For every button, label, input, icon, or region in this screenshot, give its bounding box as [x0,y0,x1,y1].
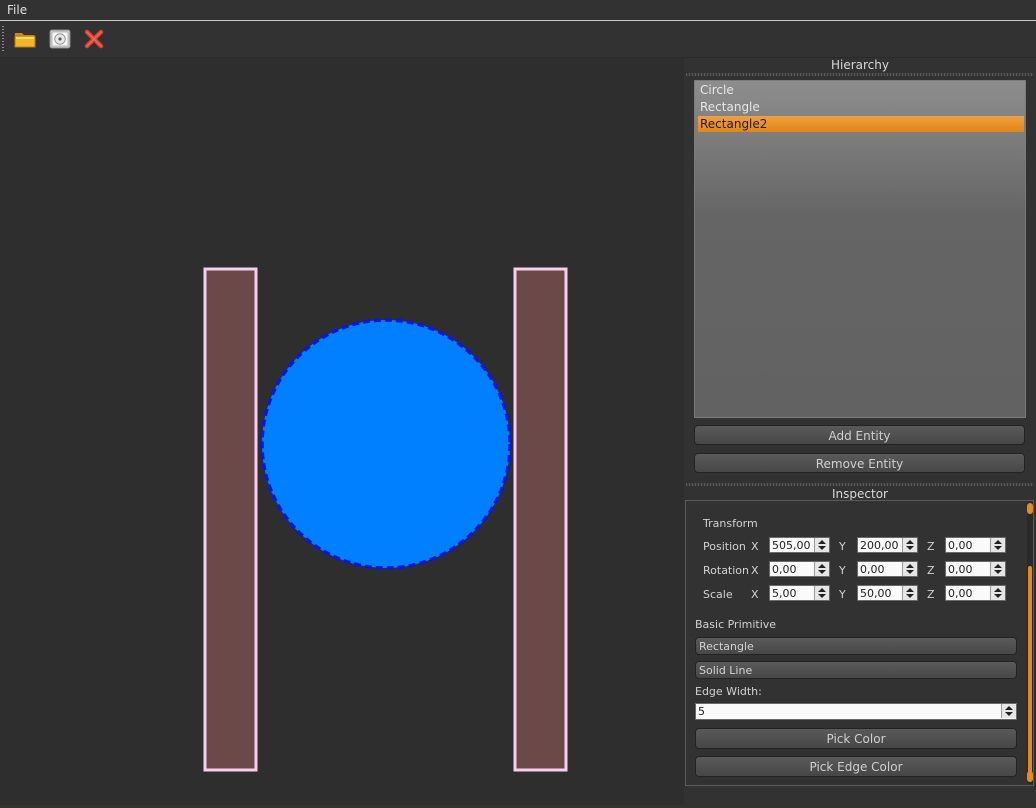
rotation-z-axis-label: Z [927,564,935,577]
spin-arrows-icon[interactable] [990,562,1005,576]
position-x-spinbox[interactable]: 505,00 [769,537,830,553]
spin-arrows-icon[interactable] [902,586,917,600]
basic-primitive-label: Basic Primitive [695,618,777,631]
scale-z-axis-label: Z [927,588,935,601]
hierarchy-item-circle[interactable]: Circle [698,82,1024,98]
open-folder-icon[interactable] [12,26,38,52]
scale-label: Scale [703,588,733,601]
pick-edge-color-button[interactable]: Pick Edge Color [695,756,1017,777]
toolbar [0,22,1036,58]
scale-x-value: 5,00 [772,587,797,600]
hierarchy-divider [686,73,1034,76]
position-z-value: 0,00 [948,539,973,552]
rotation-y-value: 0,00 [860,563,885,576]
inspector-divider [686,483,1034,486]
scene-circle[interactable] [260,318,512,570]
scale-z-value: 0,00 [948,587,973,600]
spin-arrows-icon[interactable] [814,538,829,552]
spin-arrows-icon[interactable] [1001,704,1016,718]
spin-arrows-icon[interactable] [814,562,829,576]
position-x-axis-label: X [751,540,759,553]
rotation-x-spinbox[interactable]: 0,00 [769,561,830,577]
spin-arrows-icon[interactable] [902,562,917,576]
rotation-y-axis-label: Y [839,564,846,577]
add-entity-button[interactable]: Add Entity [694,425,1025,445]
scale-y-axis-label: Y [839,588,846,601]
spin-arrows-icon[interactable] [990,586,1005,600]
position-x-value: 505,00 [772,539,811,552]
scale-x-spinbox[interactable]: 5,00 [769,585,830,601]
hierarchy-item-rectangle[interactable]: Rectangle [698,99,1024,115]
spin-arrows-icon[interactable] [990,538,1005,552]
position-y-axis-label: Y [839,540,846,553]
toolbar-grip[interactable] [2,26,4,52]
spin-arrows-icon[interactable] [902,538,917,552]
position-y-spinbox[interactable]: 200,00 [857,537,918,553]
scale-y-value: 50,00 [860,587,892,600]
hierarchy-title: Hierarchy [830,58,889,72]
edge-width-label: Edge Width: [695,685,762,698]
spin-arrows-icon[interactable] [814,586,829,600]
scale-z-spinbox[interactable]: 0,00 [945,585,1006,601]
edge-width-value: 5 [698,705,705,718]
scroll-down-arrow-icon[interactable] [1027,771,1033,782]
inspector-title: Inspector [832,487,888,501]
rotation-z-spinbox[interactable]: 0,00 [945,561,1006,577]
scene-rectangle-left[interactable] [203,267,258,772]
inspector-scrollbar-thumb[interactable] [1028,566,1032,776]
position-z-spinbox[interactable]: 0,00 [945,537,1006,553]
hierarchy-item-rectangle2[interactable]: Rectangle2 [698,116,1024,132]
rotation-y-spinbox[interactable]: 0,00 [857,561,918,577]
transform-label: Transform [703,517,758,530]
hierarchy-list[interactable]: Circle Rectangle Rectangle2 [694,80,1026,418]
scale-y-spinbox[interactable]: 50,00 [857,585,918,601]
scene-viewport[interactable] [0,58,684,805]
rotation-label: Rotation [703,564,750,577]
position-z-axis-label: Z [927,540,935,553]
rotation-z-value: 0,00 [948,563,973,576]
rotation-x-axis-label: X [751,564,759,577]
scroll-up-arrow-icon[interactable] [1027,503,1033,514]
close-x-icon[interactable] [81,26,107,52]
line-style-combobox[interactable]: Solid Line [695,661,1017,679]
menu-file[interactable]: File [7,3,27,17]
save-disk-icon[interactable] [47,26,73,52]
remove-entity-button[interactable]: Remove Entity [694,453,1025,473]
position-label: Position [703,540,746,553]
menu-bar: File [0,0,1036,21]
pick-color-button[interactable]: Pick Color [695,728,1017,749]
primitive-type-combobox[interactable]: Rectangle [695,637,1017,655]
edge-width-spinbox[interactable]: 5 [695,703,1017,720]
position-y-value: 200,00 [860,539,899,552]
scene-rectangle-right[interactable] [513,267,568,772]
rotation-x-value: 0,00 [772,563,797,576]
scale-x-axis-label: X [751,588,759,601]
